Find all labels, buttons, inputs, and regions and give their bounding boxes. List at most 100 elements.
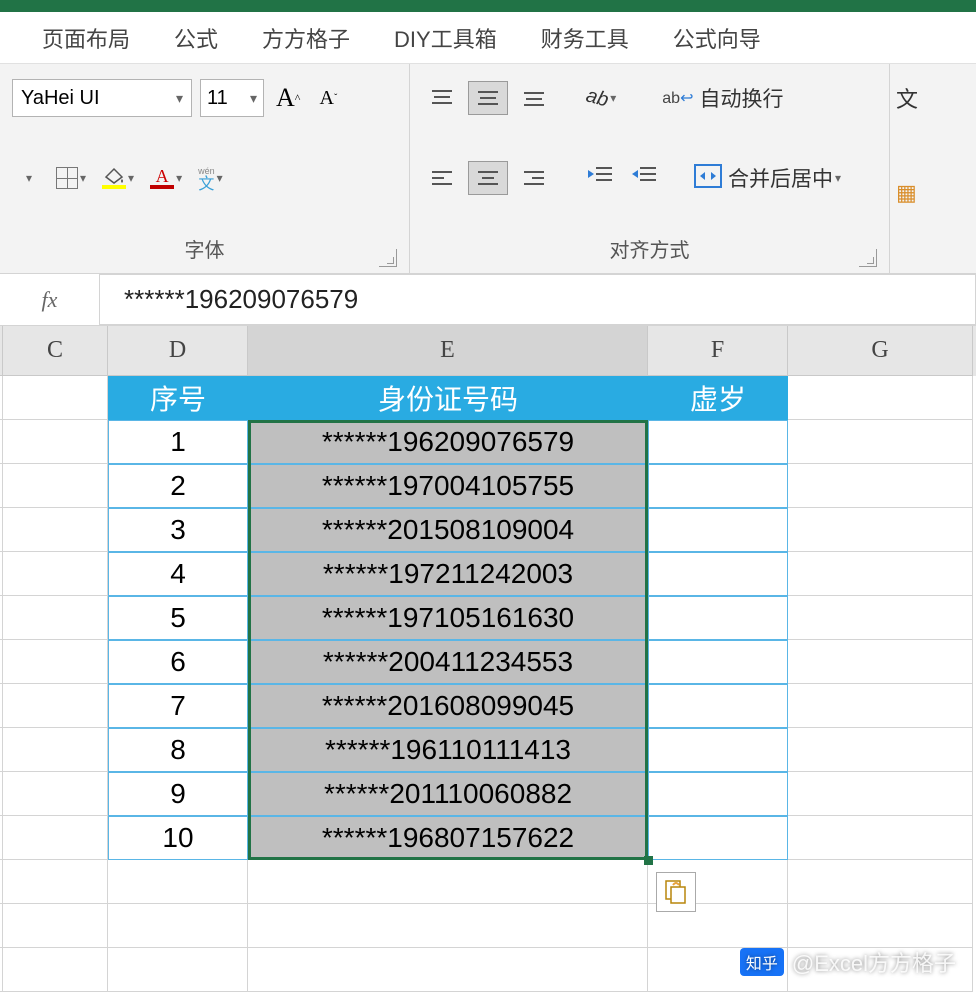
col-header-e[interactable]: E <box>248 326 648 376</box>
cell[interactable] <box>3 464 108 508</box>
cell[interactable] <box>788 420 973 464</box>
cell-seq[interactable]: 10 <box>108 816 248 860</box>
number-format-partial[interactable]: 文 <box>896 82 918 114</box>
cell[interactable] <box>3 816 108 860</box>
cell[interactable] <box>788 860 973 904</box>
cell[interactable] <box>788 508 973 552</box>
cell[interactable] <box>3 420 108 464</box>
cell-age[interactable] <box>648 728 788 772</box>
increase-indent-button[interactable] <box>626 160 662 196</box>
alignment-dialog-launcher[interactable] <box>859 249 877 267</box>
cell-age[interactable] <box>648 464 788 508</box>
cell[interactable] <box>3 376 108 420</box>
cell-id[interactable]: ******197105161630 <box>248 596 648 640</box>
cell-seq[interactable]: 4 <box>108 552 248 596</box>
cell[interactable] <box>3 552 108 596</box>
fx-button[interactable]: fx <box>0 274 100 325</box>
cell-id[interactable]: ******197211242003 <box>248 552 648 596</box>
cell-seq[interactable]: 2 <box>108 464 248 508</box>
cell[interactable] <box>108 948 248 992</box>
align-middle-button[interactable] <box>468 81 508 115</box>
decrease-font-size-button[interactable]: Aˇ <box>312 80 344 116</box>
cell[interactable] <box>788 816 973 860</box>
cell-id[interactable]: ******201608099045 <box>248 684 648 728</box>
align-center-button[interactable] <box>468 161 508 195</box>
cell[interactable] <box>788 464 973 508</box>
cell[interactable] <box>3 684 108 728</box>
cell-age[interactable] <box>648 816 788 860</box>
cell-seq[interactable]: 6 <box>108 640 248 684</box>
font-dialog-launcher[interactable] <box>379 249 397 267</box>
merge-center-button[interactable]: 合并后居中 ▾ <box>690 160 845 196</box>
cell-age[interactable] <box>648 640 788 684</box>
phonetic-guide-button[interactable]: wén文▾ <box>194 160 227 196</box>
cell[interactable] <box>788 904 973 948</box>
tab-finance[interactable]: 财务工具 <box>519 12 651 64</box>
font-color-button[interactable]: A▾ <box>146 160 186 196</box>
cell[interactable] <box>108 860 248 904</box>
cell[interactable] <box>3 640 108 684</box>
header-id[interactable]: 身份证号码 <box>248 376 648 420</box>
cell-id[interactable]: ******196807157622 <box>248 816 648 860</box>
cell-age[interactable] <box>648 684 788 728</box>
cell-seq[interactable]: 8 <box>108 728 248 772</box>
tab-formulas[interactable]: 公式 <box>152 12 240 64</box>
cell[interactable] <box>248 860 648 904</box>
cell[interactable] <box>3 948 108 992</box>
cell-age[interactable] <box>648 420 788 464</box>
tab-formula-wizard[interactable]: 公式向导 <box>651 12 783 64</box>
fill-color-button[interactable]: ▾ <box>98 160 138 196</box>
cell-id[interactable]: ******201508109004 <box>248 508 648 552</box>
cell[interactable] <box>3 508 108 552</box>
cell-age[interactable] <box>648 596 788 640</box>
cell-id[interactable]: ******196110111413 <box>248 728 648 772</box>
cell-seq[interactable]: 1 <box>108 420 248 464</box>
cell[interactable] <box>3 772 108 816</box>
align-bottom-button[interactable] <box>514 81 554 115</box>
borders-button[interactable]: ▾ <box>52 160 90 196</box>
font-size-combo[interactable]: 11 ▾ <box>200 79 264 117</box>
cell[interactable] <box>3 860 108 904</box>
font-name-combo[interactable]: YaHei UI ▾ <box>12 79 192 117</box>
align-left-button[interactable] <box>422 161 462 195</box>
col-header-c[interactable]: C <box>3 326 108 376</box>
cell-id[interactable]: ******197004105755 <box>248 464 648 508</box>
cell-age[interactable] <box>648 772 788 816</box>
wrap-text-button[interactable]: ab↩ 自动换行 <box>658 80 787 116</box>
cell[interactable] <box>788 728 973 772</box>
tab-page-layout[interactable]: 页面布局 <box>20 12 152 64</box>
cell[interactable] <box>3 904 108 948</box>
cell[interactable] <box>3 728 108 772</box>
cell-seq[interactable]: 9 <box>108 772 248 816</box>
cell-age[interactable] <box>648 508 788 552</box>
header-age[interactable]: 虚岁 <box>648 376 788 420</box>
cell[interactable] <box>788 772 973 816</box>
format-painter-icon[interactable]: ▦ <box>896 180 917 206</box>
cell[interactable] <box>248 948 648 992</box>
formula-input[interactable]: ******196209076579 <box>100 274 976 325</box>
cell[interactable] <box>788 596 973 640</box>
font-style-dropdown[interactable]: ▾ <box>12 160 44 196</box>
align-top-button[interactable] <box>422 81 462 115</box>
cell-id[interactable]: ******201110060882 <box>248 772 648 816</box>
cell[interactable] <box>788 376 973 420</box>
orientation-button[interactable]: ab▾ <box>582 80 620 116</box>
cell[interactable] <box>108 904 248 948</box>
selection-fill-handle[interactable] <box>644 856 653 865</box>
col-header-g[interactable]: G <box>788 326 973 376</box>
cell[interactable] <box>248 904 648 948</box>
cell-seq[interactable]: 5 <box>108 596 248 640</box>
decrease-indent-button[interactable] <box>582 160 618 196</box>
cell-id[interactable]: ******196209076579 <box>248 420 648 464</box>
tab-fangfang[interactable]: 方方格子 <box>240 12 372 64</box>
cell-id[interactable]: ******200411234553 <box>248 640 648 684</box>
header-seq[interactable]: 序号 <box>108 376 248 420</box>
cell-seq[interactable]: 7 <box>108 684 248 728</box>
cell-seq[interactable]: 3 <box>108 508 248 552</box>
align-right-button[interactable] <box>514 161 554 195</box>
cell[interactable] <box>788 640 973 684</box>
col-header-d[interactable]: D <box>108 326 248 376</box>
col-header-f[interactable]: F <box>648 326 788 376</box>
paste-options-button[interactable] <box>656 872 696 912</box>
cell-age[interactable] <box>648 552 788 596</box>
